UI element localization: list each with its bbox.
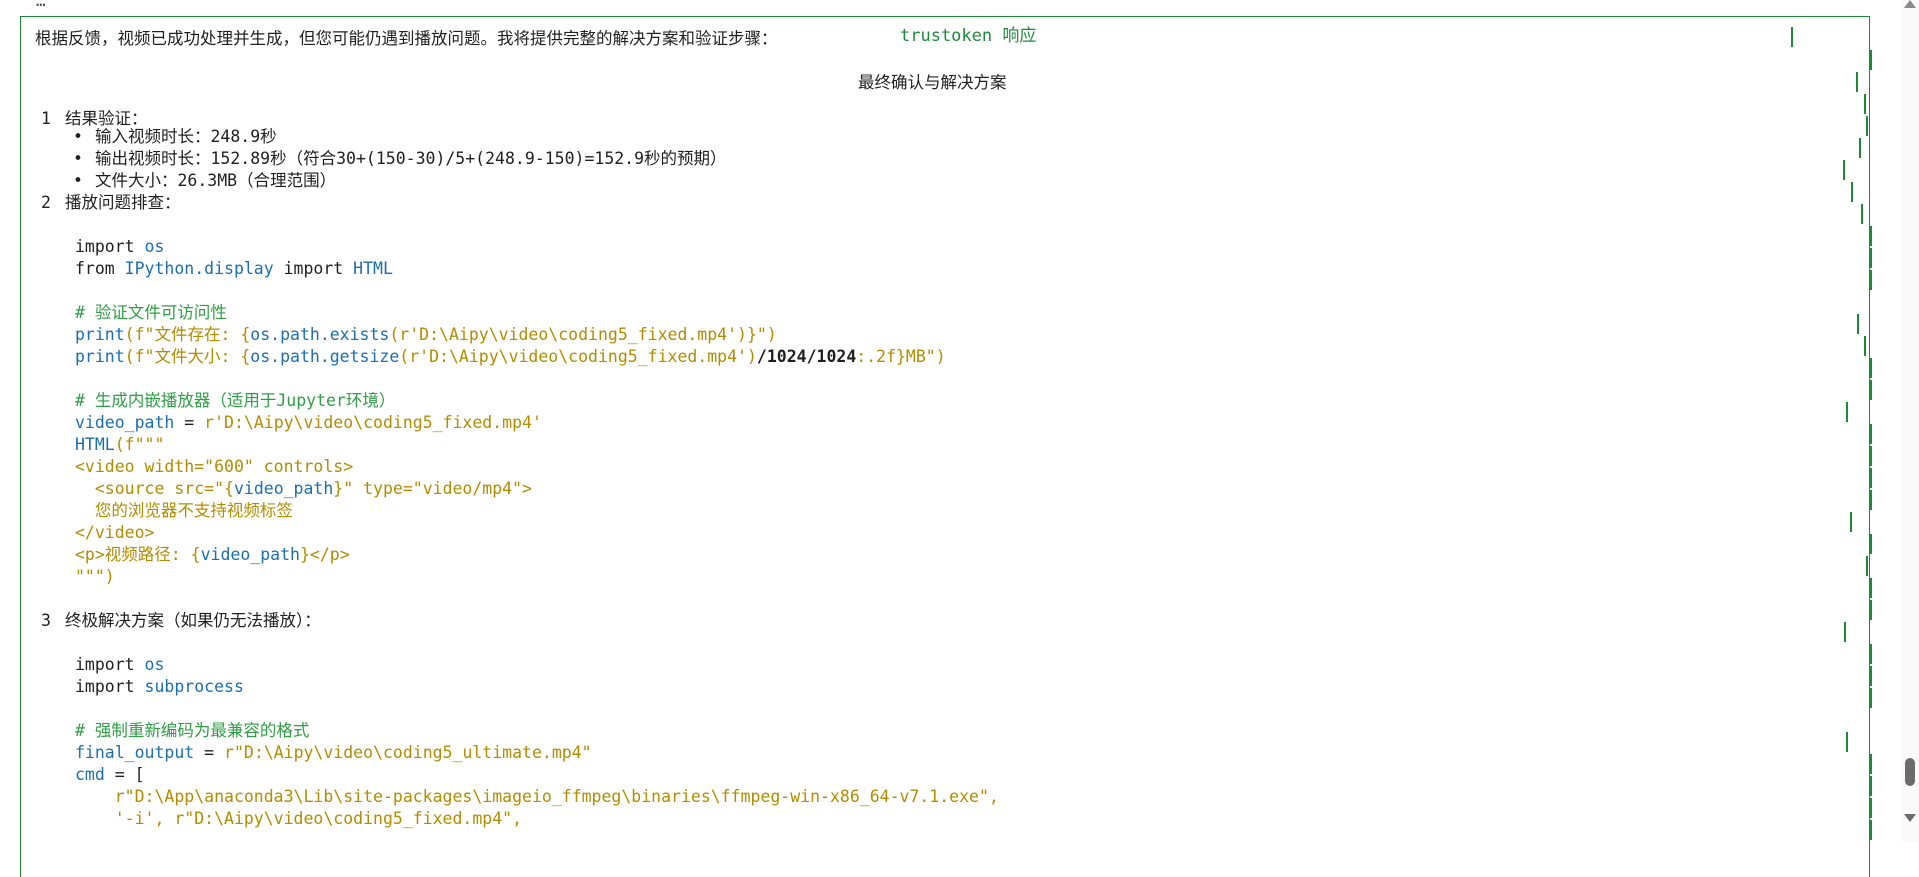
intro-text: 根据反馈，视频已成功处理并生成，但您可能仍遇到播放问题。我将提供完整的解决方案和… <box>35 29 778 48</box>
code-line: '-i', r"D:\Aipy\video\coding5_fixed.mp4"… <box>75 809 523 828</box>
bullet-icon: • <box>73 171 83 190</box>
section-2-number: 2 <box>41 193 51 212</box>
response-panel: trustoken 响应 根据反馈，视频已成功处理并生成，但您可能仍遇到播放问题… <box>20 16 1872 877</box>
code-line: <p>视频路径: {video_path}</p> <box>75 545 350 564</box>
code-comment: # 验证文件可访问性 <box>75 303 227 322</box>
section-heading: 最终确认与解决方案 <box>858 73 1007 92</box>
code-comment: # 强制重新编码为最兼容的格式 <box>75 721 310 740</box>
code-line: <source src="{video_path}" type="video/m… <box>75 479 532 498</box>
code-line: final_output = r"D:\Aipy\video\coding5_u… <box>75 743 592 762</box>
code-line: """) <box>75 567 115 586</box>
bullet-input-duration: 输入视频时长：248.9秒 <box>95 127 277 146</box>
bullet-icon: • <box>73 127 83 146</box>
scrollbar-thumb[interactable] <box>1905 758 1915 786</box>
bullet-icon: • <box>73 149 83 168</box>
scroll-up-icon[interactable] <box>1904 0 1916 8</box>
code-line: cmd = [ <box>75 765 145 784</box>
bullet-output-duration: 输出视频时长：152.89秒（符合30+(150-30)/5+(248.9-15… <box>95 149 727 168</box>
code-line: import subprocess <box>75 677 244 696</box>
panel-title: trustoken 响应 <box>890 21 1047 46</box>
code-line: </video> <box>75 523 155 542</box>
code-line: from IPython.display import HTML <box>75 259 393 278</box>
section-3-number: 3 <box>41 611 51 630</box>
section-3-title: 终极解决方案（如果仍无法播放）： <box>65 611 321 630</box>
code-line: video_path = r'D:\Aipy\video\coding5_fix… <box>75 413 542 432</box>
code-line: print(f"文件存在: {os.path.exists(r'D:\Aipy\… <box>75 325 777 344</box>
section-2-title: 播放问题排查： <box>65 193 181 212</box>
code-line: HTML(f""" <box>75 435 165 454</box>
code-line: r"D:\App\anaconda3\Lib\site-packages\ima… <box>75 787 999 806</box>
previous-output-fragment: … <box>36 0 46 10</box>
code-line: import os <box>75 655 165 674</box>
scroll-down-icon[interactable] <box>1904 814 1916 822</box>
code-line: print(f"文件大小: {os.path.getsize(r'D:\Aipy… <box>75 347 946 366</box>
code-line: <video width="600" controls> <box>75 457 354 476</box>
code-line: import os <box>75 237 165 256</box>
code-line: 您的浏览器不支持视频标签 <box>75 501 293 520</box>
section-1-number: 1 <box>41 109 51 128</box>
bullet-file-size: 文件大小：26.3MB（合理范围） <box>95 171 337 190</box>
code-comment: # 生成内嵌播放器（适用于Jupyter环境） <box>75 391 396 410</box>
vertical-scrollbar[interactable] <box>1901 0 1919 842</box>
